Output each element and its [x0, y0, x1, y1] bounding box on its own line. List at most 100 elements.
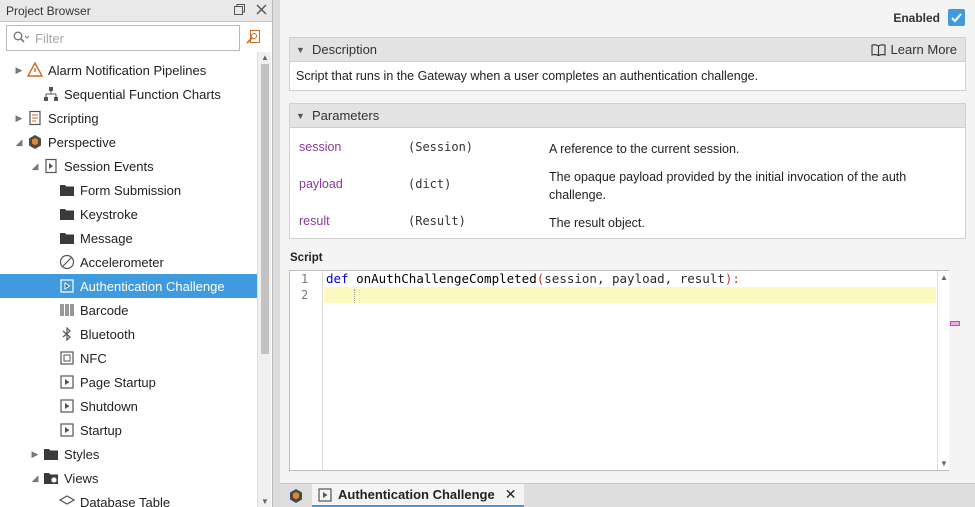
tree-item[interactable]: NFC	[0, 346, 257, 370]
view-icon	[58, 494, 76, 507]
expand-arrow-icon[interactable]: ◢	[28, 473, 42, 484]
bluetooth-icon	[58, 326, 76, 342]
description-header[interactable]: ▼ Description Learn More	[290, 38, 965, 62]
script-label: Script	[290, 252, 323, 264]
tree-item-label: Styles	[64, 446, 100, 462]
line-number-gutter: 1 2	[290, 271, 323, 470]
tree-item-label: Session Events	[64, 158, 154, 174]
code-close: ):	[724, 271, 740, 286]
tree-item[interactable]: Database Table	[0, 490, 257, 507]
tree-item-label: Database Table	[80, 494, 171, 507]
parameter-type: (Session)	[408, 140, 474, 154]
editor-scrollbar[interactable]: ▲ ▼	[937, 271, 949, 470]
parameter-description: The result object.	[549, 216, 645, 230]
filter-box[interactable]	[6, 25, 240, 51]
accelerometer-icon	[58, 254, 76, 270]
collapse-caret-icon[interactable]: ▼	[296, 45, 312, 55]
scroll-down-icon[interactable]: ▼	[938, 459, 950, 468]
code-editor[interactable]: 1 2 def onAuthChallengeCompleted(session…	[289, 270, 949, 471]
learn-more-label: Learn More	[890, 42, 957, 57]
description-text: Script that runs in the Gateway when a u…	[296, 69, 759, 83]
parameter-name: payload	[299, 177, 343, 191]
tree-item-label: Message	[80, 230, 133, 246]
tree-item-label: Perspective	[48, 134, 116, 150]
tree-item[interactable]: Page Startup	[0, 370, 257, 394]
script-event-icon	[58, 278, 76, 294]
tree-item[interactable]: Message	[0, 226, 257, 250]
tree-item[interactable]: Form Submission	[0, 178, 257, 202]
tree-item[interactable]: Shutdown	[0, 394, 257, 418]
tree-item[interactable]: Barcode	[0, 298, 257, 322]
parameters-title: Parameters	[312, 108, 380, 123]
tree-scrollbar[interactable]: ▲ ▼	[257, 52, 271, 507]
session-events-icon	[42, 158, 60, 174]
tree-item[interactable]: ◢ Views	[0, 466, 257, 490]
folder-icon	[58, 206, 76, 222]
expand-arrow-icon[interactable]: ▶	[12, 65, 26, 76]
learn-more-link[interactable]: Learn More	[870, 42, 965, 57]
scroll-up-icon[interactable]: ▲	[258, 53, 272, 62]
script-event-icon	[58, 422, 76, 438]
parameters-section: ▼ Parameters session (Session) A referen…	[289, 103, 966, 239]
perspective-tab-icon[interactable]	[280, 484, 312, 507]
enabled-label: Enabled	[893, 10, 940, 25]
parameter-description: A reference to the current session.	[549, 142, 740, 156]
tree-item-label: Accelerometer	[80, 254, 164, 270]
error-marker[interactable]	[950, 321, 960, 326]
parameters-header[interactable]: ▼ Parameters	[290, 104, 965, 128]
script-editor-panel: Enabled ▼ Description Learn More Script …	[280, 0, 975, 483]
code-line[interactable]: def onAuthChallengeCompleted(session, pa…	[324, 271, 936, 287]
tree-item[interactable]: ▶ Styles	[0, 442, 257, 466]
expand-arrow-icon[interactable]: ▶	[28, 449, 42, 460]
filter-options-icon[interactable]	[242, 29, 266, 48]
tree-item-label: Scripting	[48, 110, 99, 126]
tree-item[interactable]: Keystroke	[0, 202, 257, 226]
tree-item[interactable]: ▶ Scripting	[0, 106, 257, 130]
folder-icon	[58, 182, 76, 198]
scroll-down-icon[interactable]: ▼	[258, 497, 272, 506]
tree-item[interactable]: ◢ Perspective	[0, 130, 257, 154]
filter-input[interactable]	[35, 30, 225, 46]
checkmark-icon	[951, 13, 962, 23]
enabled-checkbox[interactable]	[948, 9, 965, 26]
tree-item-label: Bluetooth	[80, 326, 135, 342]
alarm-pipeline-icon	[26, 62, 44, 78]
restore-panel-icon[interactable]	[228, 3, 250, 18]
expand-arrow-icon[interactable]: ▶	[12, 113, 26, 124]
tree-item[interactable]: ◢ Session Events	[0, 154, 257, 178]
code-line-current[interactable]	[324, 287, 936, 303]
project-browser-title: Project Browser	[6, 3, 91, 18]
expand-arrow-icon[interactable]: ◢	[12, 137, 26, 148]
folder-icon	[58, 230, 76, 246]
tree-item[interactable]: Sequential Function Charts	[0, 82, 257, 106]
project-tree: ▶ Alarm Notification Pipelines Sequential …	[0, 58, 257, 507]
close-panel-icon[interactable]	[250, 3, 272, 18]
tree-item[interactable]: Startup	[0, 418, 257, 442]
tree-item-label: Shutdown	[80, 398, 138, 414]
tab-close-icon[interactable]: ✕	[505, 486, 517, 503]
tree-item-label: Sequential Function Charts	[64, 86, 221, 102]
tree-item[interactable]: Authentication Challenge	[0, 274, 257, 298]
code-area[interactable]: def onAuthChallengeCompleted(session, pa…	[324, 271, 936, 470]
parameter-name: result	[299, 214, 330, 228]
tree-item[interactable]: Accelerometer	[0, 250, 257, 274]
expand-arrow-icon[interactable]: ◢	[28, 161, 42, 172]
tree-item-label: Startup	[80, 422, 122, 438]
script-event-icon	[58, 398, 76, 414]
scrollbar-thumb[interactable]	[261, 64, 269, 354]
tree-item-label: Form Submission	[80, 182, 182, 198]
description-section: ▼ Description Learn More Script that run…	[289, 37, 966, 91]
tree-item[interactable]: Bluetooth	[0, 322, 257, 346]
code-arguments: session, payload, result	[544, 271, 725, 286]
description-title: Description	[312, 42, 378, 57]
scroll-up-icon[interactable]: ▲	[938, 273, 950, 282]
tree-item-label: Alarm Notification Pipelines	[48, 62, 207, 78]
collapse-caret-icon[interactable]: ▼	[296, 111, 312, 121]
tree-item-label: Keystroke	[80, 206, 138, 222]
project-browser-panel: Project Browser ▶ Alarm Notification Pipe…	[0, 0, 273, 507]
perspective-icon	[26, 134, 44, 150]
tab-authentication-challenge[interactable]: Authentication Challenge ✕	[312, 484, 525, 507]
code-function-name: onAuthChallengeCompleted	[356, 271, 537, 286]
tree-item[interactable]: ▶ Alarm Notification Pipelines	[0, 58, 257, 82]
tree-item-label: Barcode	[80, 302, 129, 318]
